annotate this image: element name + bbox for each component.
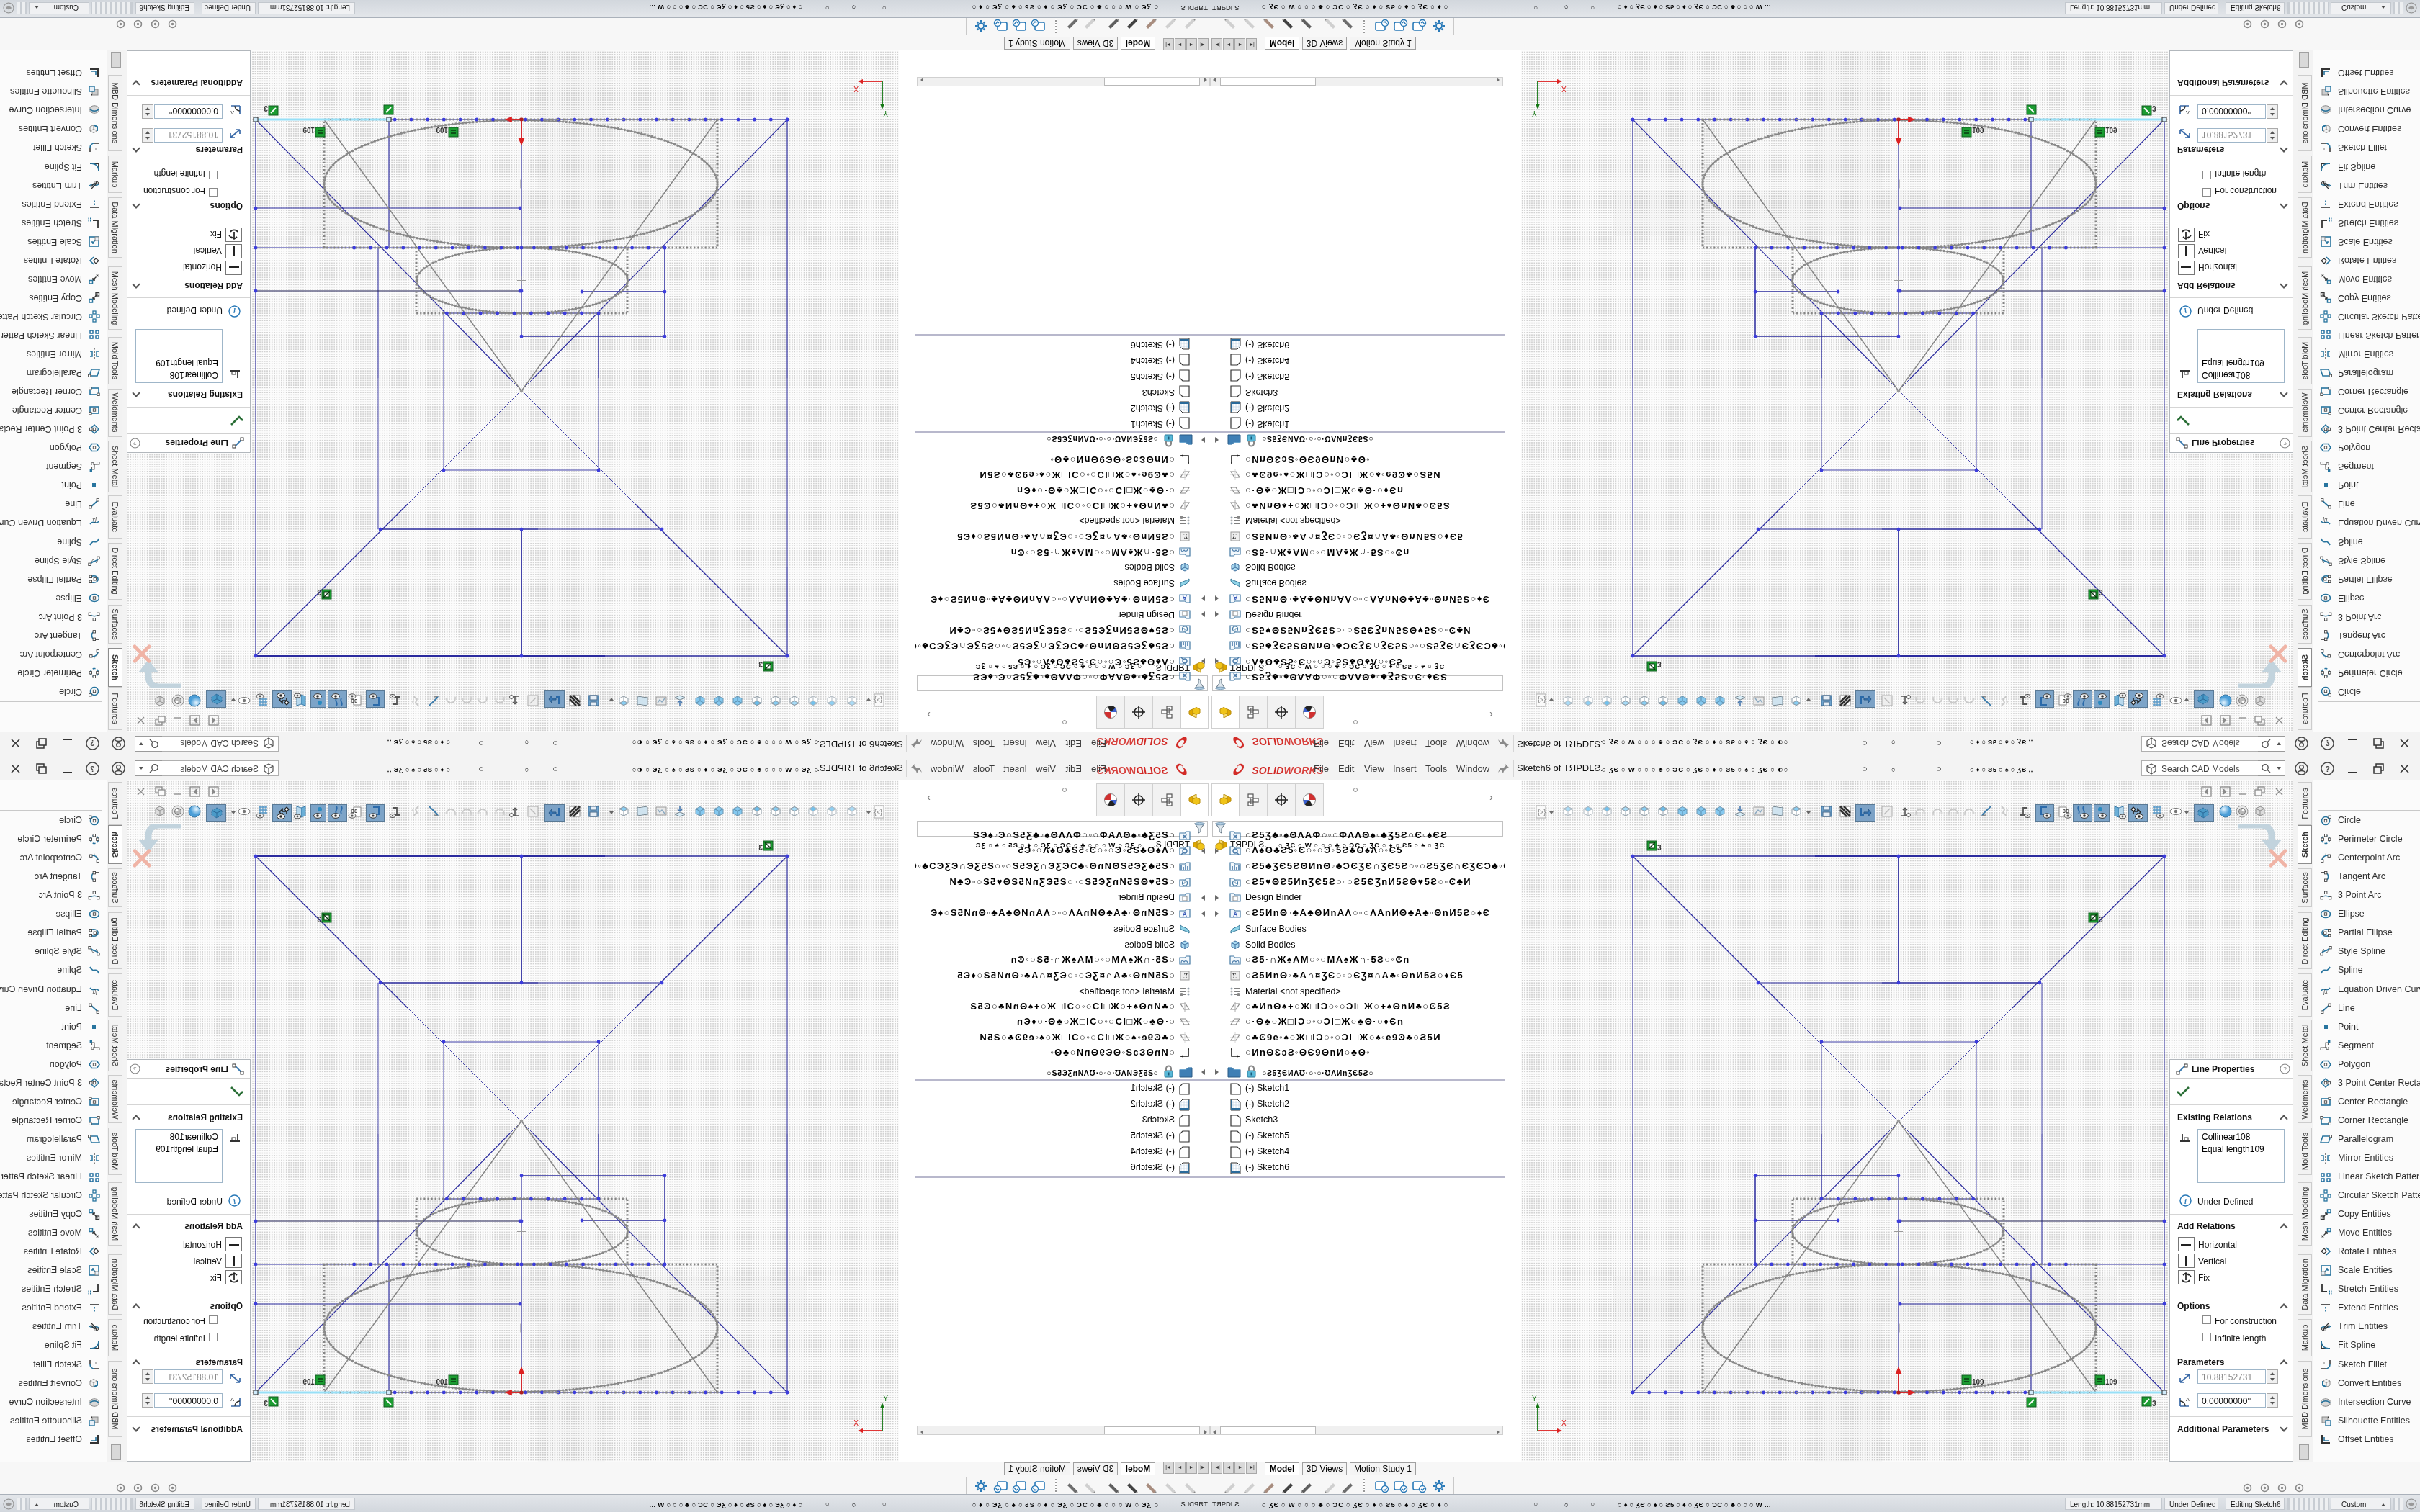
svg-text:X: X <box>1561 1419 1567 1427</box>
svg-text:?: ? <box>2325 739 2330 748</box>
svg-text:109: 109 <box>2105 1378 2118 1386</box>
svg-text:A: A <box>2186 1397 2190 1402</box>
svg-text:Y: Y <box>883 1395 888 1403</box>
svg-text:fx: fx <box>2323 989 2328 995</box>
svg-text:Σ: Σ <box>1232 532 1237 540</box>
svg-text:109: 109 <box>1972 126 1984 134</box>
svg-text:3: 3 <box>264 1400 268 1408</box>
svg-text:3: 3 <box>1657 844 1662 852</box>
svg-text:Y: Y <box>1532 1395 1537 1403</box>
svg-text:A: A <box>230 110 234 115</box>
svg-text:?: ? <box>2283 439 2287 446</box>
svg-text:3: 3 <box>317 588 321 596</box>
svg-text:i: i <box>2184 1197 2187 1205</box>
svg-text:?: ? <box>90 739 95 748</box>
svg-text:3: 3 <box>758 660 763 668</box>
svg-text:?: ? <box>133 1066 137 1073</box>
svg-text:109: 109 <box>302 1378 315 1386</box>
svg-text:Y: Y <box>1532 109 1537 117</box>
svg-text:fx: fx <box>92 518 97 524</box>
svg-text:i: i <box>233 307 236 315</box>
svg-text:Y: Y <box>883 109 888 117</box>
svg-text:?: ? <box>133 439 137 446</box>
svg-text:Σ: Σ <box>1183 972 1188 980</box>
svg-text:X: X <box>853 1419 859 1427</box>
svg-text:3: 3 <box>1657 660 1662 668</box>
svg-text:Σ: Σ <box>1232 972 1237 980</box>
svg-text:3: 3 <box>758 844 763 852</box>
svg-text:109: 109 <box>302 126 315 134</box>
svg-text:3: 3 <box>2152 104 2156 112</box>
svg-text:A: A <box>1233 911 1238 918</box>
svg-text:109: 109 <box>2105 126 2118 134</box>
svg-text:#: # <box>91 1045 94 1052</box>
svg-text:?: ? <box>90 765 95 773</box>
svg-text:A: A <box>1182 594 1187 601</box>
svg-text:#: # <box>2326 1045 2329 1052</box>
svg-text:fx: fx <box>92 989 97 995</box>
svg-text:i: i <box>233 1197 236 1205</box>
svg-text:X: X <box>853 85 859 93</box>
svg-text:A: A <box>230 1397 234 1402</box>
svg-text:3: 3 <box>264 104 268 112</box>
svg-text:?: ? <box>2283 1066 2287 1073</box>
svg-text:A: A <box>1182 911 1187 918</box>
svg-text:?: ? <box>2325 765 2330 773</box>
svg-text:#: # <box>2326 460 2329 467</box>
svg-text:3: 3 <box>317 916 321 924</box>
svg-text:#: # <box>91 460 94 467</box>
svg-text:3: 3 <box>2099 588 2103 596</box>
svg-text:Σ: Σ <box>1183 532 1188 540</box>
svg-text:109: 109 <box>436 1378 448 1386</box>
svg-text:X: X <box>1561 85 1567 93</box>
svg-text:3: 3 <box>2099 916 2103 924</box>
svg-text:3: 3 <box>2152 1400 2156 1408</box>
svg-text:A: A <box>2186 110 2190 115</box>
svg-text:109: 109 <box>1972 1378 1984 1386</box>
svg-text:i: i <box>2184 307 2187 315</box>
svg-text:109: 109 <box>436 126 448 134</box>
svg-text:fx: fx <box>2323 518 2328 524</box>
svg-text:A: A <box>1233 594 1238 601</box>
